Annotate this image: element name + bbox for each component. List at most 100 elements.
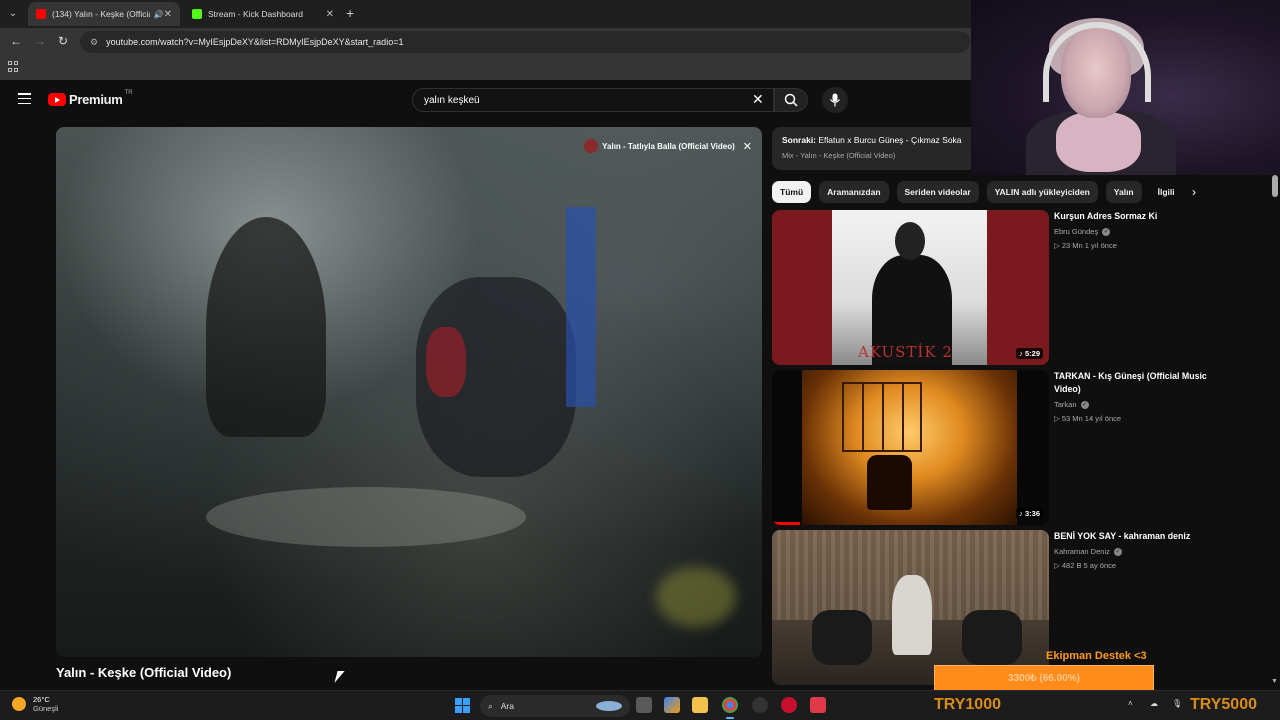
copilot-icon[interactable] — [664, 697, 680, 713]
site-info-icon[interactable]: ⚙ — [90, 37, 98, 48]
omnibox[interactable]: ⚙ youtube.com/watch?v=MyIEsjpDeXY&list=R… — [80, 31, 970, 53]
windows-taskbar: 26°C Güneşli ⌕ Ara ˄ ☁ 🎙 — [0, 690, 1280, 720]
endcard-title: Yalın - Tatlıyla Balla (Official Video) — [602, 141, 735, 151]
active-app-indicator — [726, 717, 734, 719]
chevron-right-icon[interactable]: › — [1192, 185, 1196, 199]
weather-condition: Güneşli — [33, 704, 59, 713]
tab-close-icon[interactable]: ✕ — [164, 9, 172, 20]
search-input[interactable]: yalın keşkeü — [412, 88, 774, 112]
thumbnail-text: AKUSTİK 2 — [858, 343, 953, 361]
playlist-name: Mix - Yalın - Keşke (Official Video) — [782, 151, 896, 160]
thumbnail-art — [812, 610, 872, 665]
chip-from-search[interactable]: Aramanızdan — [819, 181, 889, 203]
up-next-panel[interactable]: Sonraki: Eflatun x Burcu Güneş - Çıkmaz … — [772, 127, 972, 170]
list-item[interactable]: ♪ 3:36 TARKAN - Kış Güneşi (Official Mus… — [772, 370, 1212, 525]
verified-icon: ✓ — [1102, 227, 1111, 236]
video-title[interactable]: TARKAN - Kış Güneşi (Official Music Vide… — [1054, 370, 1214, 396]
cloud-icon[interactable]: ☁ — [1150, 699, 1158, 708]
next-video-endcard[interactable]: Yalın - Tatlıyla Balla (Official Video) … — [584, 139, 752, 153]
windows-start-icon[interactable] — [455, 698, 470, 713]
video-frame-detail — [206, 217, 326, 437]
search-highlight-icon — [596, 701, 622, 711]
scrollbar[interactable] — [1270, 172, 1280, 687]
watch-progress-bar — [772, 522, 800, 525]
tab-kick-dashboard[interactable]: Stream - Kick Dashboard ✕ — [184, 2, 342, 26]
logo-text: Premium — [69, 92, 123, 107]
channel-name[interactable]: Kahraman Deniz — [1054, 547, 1110, 556]
menu-icon[interactable] — [18, 93, 31, 104]
donation-current: TRY1000 — [934, 696, 1001, 713]
up-next-title: Eflatun x Burcu Güneş - Çıkmaz Sokak — [818, 135, 962, 145]
task-view-icon[interactable] — [636, 697, 652, 713]
video-thumbnail[interactable]: ♪ 3:36 — [772, 370, 1049, 525]
youtube-play-icon — [48, 93, 66, 106]
video-title: Yalın - Keşke (Official Video) — [56, 665, 232, 680]
scrollbar-thumb[interactable] — [1272, 175, 1278, 197]
app-icon[interactable] — [810, 697, 826, 713]
filter-chips: Tümü Aramanızdan Seriden videolar YALIN … — [772, 180, 1212, 204]
search-icon — [784, 93, 798, 107]
close-icon[interactable]: ✕ — [743, 140, 752, 153]
list-item[interactable]: AKUSTİK 2 ♪ 5:29 Kurşun Adres Sormaz Ki … — [772, 210, 1212, 365]
video-frame-detail — [656, 567, 736, 627]
app-icon[interactable] — [752, 697, 768, 713]
video-frame-detail — [566, 207, 596, 407]
video-title[interactable]: BENİ YOK SAY - kahraman deniz — [1054, 530, 1214, 543]
donation-goal: TRY5000 — [1190, 696, 1257, 713]
youtube-favicon-icon — [36, 9, 46, 19]
video-frame-detail — [206, 487, 526, 547]
tray-chevron-icon[interactable]: ˄ — [1128, 699, 1133, 708]
taskbar-search[interactable]: ⌕ Ara — [480, 695, 630, 717]
donation-goal-title: Ekipman Destek <3 — [1046, 650, 1147, 662]
microphone-icon — [830, 93, 840, 107]
new-tab-button[interactable]: + — [346, 5, 354, 21]
video-player[interactable]: Yalın - Tatlıyla Balla (Official Video) … — [56, 127, 762, 657]
chip-yalin[interactable]: Yalın — [1105, 181, 1142, 203]
donation-progress-text: 3300₺ (66.00%) — [1008, 672, 1080, 684]
video-thumbnail[interactable] — [772, 530, 1049, 685]
tab-search-chevron-icon[interactable]: ⌄ — [4, 4, 22, 22]
channel-name[interactable]: Tarkan — [1054, 400, 1077, 409]
tab-close-icon[interactable]: ✕ — [326, 9, 334, 20]
reload-icon[interactable]: ↻ — [58, 34, 68, 48]
scroll-down-icon[interactable]: ▼ — [1271, 678, 1278, 685]
chip-from-series[interactable]: Seriden videolar — [896, 181, 979, 203]
clear-search-icon[interactable]: ✕ — [752, 91, 764, 108]
mouse-cursor-icon — [334, 671, 345, 683]
forward-arrow-icon[interactable]: → — [34, 34, 46, 48]
up-next-prefix: Sonraki: — [782, 135, 817, 145]
apps-grid-icon[interactable] — [8, 61, 20, 73]
tab-title: Stream - Kick Dashboard — [208, 9, 303, 19]
verified-icon: ✓ — [1080, 400, 1089, 409]
duration-badge: ♪ 3:36 — [1016, 508, 1043, 519]
channel-name[interactable]: Ebru Gündeş — [1054, 227, 1098, 236]
chip-all[interactable]: Tümü — [772, 181, 812, 203]
donation-progress-bar: 3300₺ (66.00%) — [934, 665, 1154, 691]
weather-widget[interactable]: 26°C Güneşli — [12, 695, 58, 713]
file-explorer-icon[interactable] — [692, 697, 708, 713]
video-thumbnail[interactable]: AKUSTİK 2 ♪ 5:29 — [772, 210, 1049, 365]
verified-icon: ✓ — [1113, 547, 1122, 556]
chrome-icon[interactable] — [722, 697, 738, 713]
thumbnail-art — [892, 575, 932, 655]
thumbnail-art — [867, 455, 912, 510]
search-button[interactable] — [774, 88, 808, 112]
voice-search-button[interactable] — [822, 87, 848, 113]
thumbnail-art — [962, 610, 1022, 665]
back-arrow-icon[interactable]: ← — [10, 34, 22, 48]
chip-related[interactable]: İlgili — [1150, 181, 1183, 203]
youtube-logo[interactable]: Premium TR — [48, 90, 133, 107]
video-stats: ▷ 482 B 5 ay önce — [1054, 561, 1117, 570]
video-title[interactable]: Kurşun Adres Sormaz Ki — [1054, 210, 1214, 223]
taskbar-search-label: Ara — [500, 701, 514, 711]
search-icon: ⌕ — [488, 700, 493, 711]
temperature: 26°C — [33, 695, 50, 704]
audio-icon: 🔊 — [153, 9, 164, 19]
tab-youtube[interactable]: (134) Yalın - Keşke (Official V 🔊 ✕ — [28, 2, 180, 26]
microphone-icon[interactable]: 🎙 — [1172, 699, 1182, 708]
chip-from-uploader[interactable]: YALIN adlı yükleyiciden — [986, 181, 1098, 203]
duration-badge: ♪ 5:29 — [1016, 348, 1043, 359]
video-stats: ▷ 23 Mn 1 yıl önce — [1054, 241, 1117, 250]
thumbnail-art — [895, 222, 925, 260]
app-icon[interactable] — [781, 697, 797, 713]
